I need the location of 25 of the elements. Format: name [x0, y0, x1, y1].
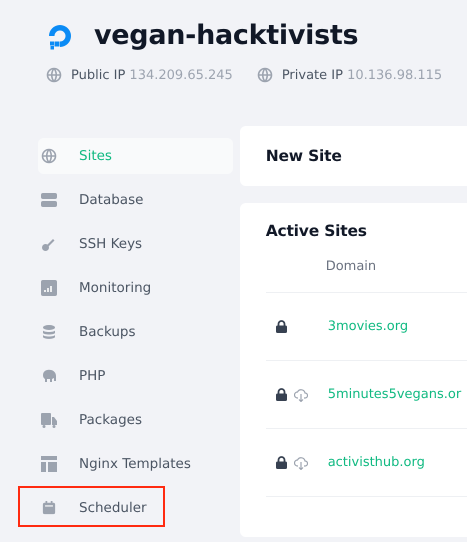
bar-chart-icon — [41, 280, 57, 296]
sidebar-item[interactable]: PHP — [38, 358, 233, 394]
ip-address: Private IP 10.136.98.115 — [282, 68, 442, 82]
sidebar-item[interactable]: Backups — [38, 314, 233, 350]
key-icon — [41, 236, 57, 252]
sidebar-item[interactable]: Monitoring — [38, 270, 233, 306]
globe-icon — [46, 67, 62, 83]
server-icon — [41, 192, 57, 208]
sidebar-item[interactable]: Packages — [38, 402, 233, 438]
elephant-icon — [41, 368, 57, 384]
globe-icon — [256, 67, 273, 83]
card-title: New Site — [266, 147, 342, 165]
truck-icon — [41, 412, 57, 428]
column-header: Domain — [326, 258, 376, 274]
globe-icon — [41, 148, 57, 164]
sidebar-item[interactable]: Scheduler — [38, 490, 233, 526]
sidebar-item[interactable]: Nginx Templates — [38, 446, 233, 482]
sidebar-item[interactable]: Database — [38, 182, 233, 218]
calendar-icon — [41, 501, 57, 515]
database-icon — [41, 324, 57, 340]
server-title: vegan-hacktivists — [94, 20, 358, 51]
ip-address: Public IP 134.209.65.245 — [71, 68, 233, 82]
sidebar-item[interactable]: SSH Keys — [38, 226, 233, 262]
card-title: Active Sites — [266, 222, 368, 240]
layout-icon — [41, 456, 57, 472]
